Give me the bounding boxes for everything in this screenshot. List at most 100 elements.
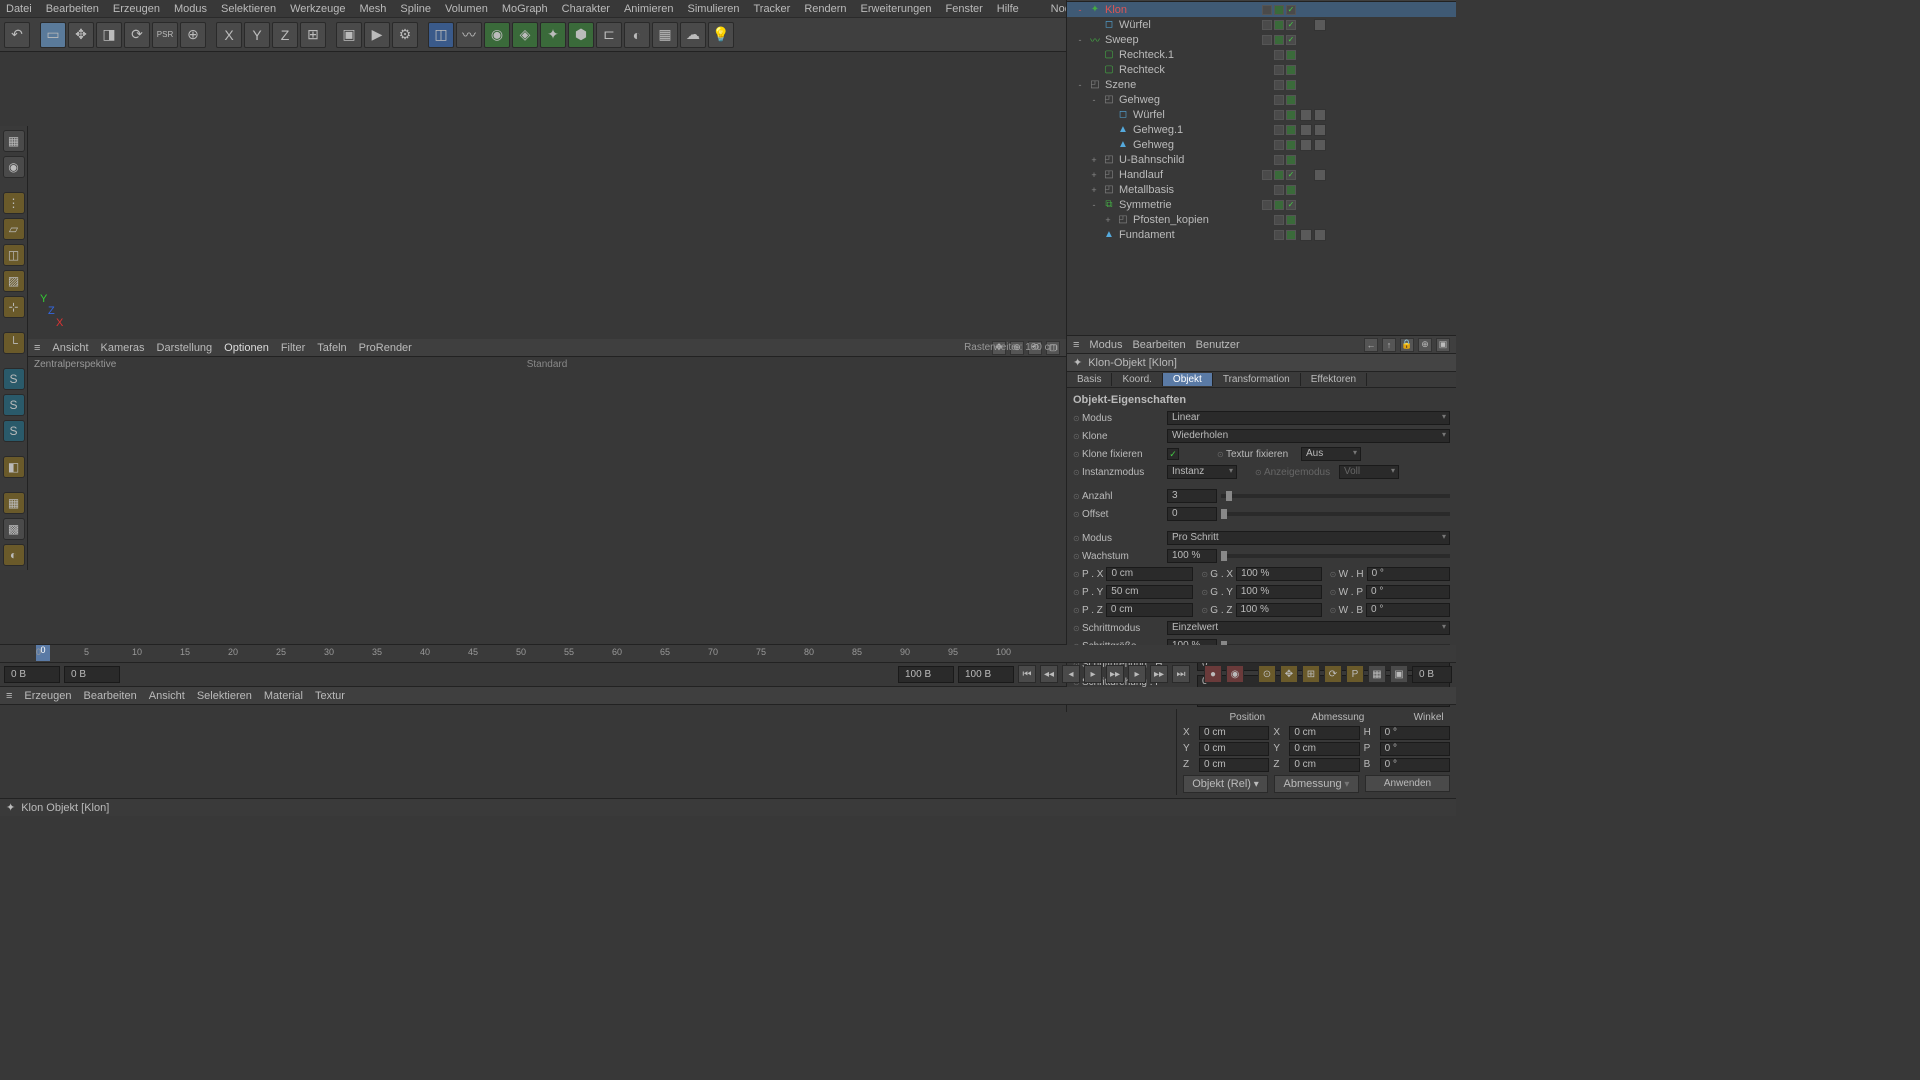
dim-field[interactable]: 0 cm [1289, 726, 1359, 740]
tree-row[interactable]: +◰U-Bahnschild [1067, 152, 1456, 167]
render-settings-button[interactable]: ⚙ [392, 22, 418, 48]
visibility-flag[interactable] [1286, 140, 1296, 150]
vp-menu-item[interactable]: Optionen [224, 342, 269, 354]
mat-menu-item[interactable]: Textur [315, 690, 345, 702]
move-tool[interactable]: ✥ [68, 22, 94, 48]
angle-field[interactable]: 0 ° [1380, 742, 1450, 756]
snap-3d-button[interactable]: S [3, 420, 25, 442]
expand-icon[interactable]: - [1075, 35, 1085, 45]
tree-row[interactable]: ▲Fundament [1067, 227, 1456, 242]
visibility-flag[interactable] [1286, 65, 1296, 75]
expand-icon[interactable]: - [1089, 200, 1099, 210]
vp-menu-item[interactable]: Darstellung [157, 342, 213, 354]
expand-icon[interactable]: + [1103, 215, 1113, 225]
visibility-flag[interactable] [1274, 140, 1284, 150]
expand-icon[interactable]: + [1089, 155, 1099, 165]
axis-z-button[interactable]: Z [272, 22, 298, 48]
snap-enable-button[interactable]: S [3, 368, 25, 390]
visibility-flag[interactable] [1262, 170, 1272, 180]
visibility-flag[interactable] [1274, 110, 1284, 120]
am-max-icon[interactable]: ▣ [1436, 338, 1450, 352]
tab-transformation[interactable]: Transformation [1213, 373, 1301, 386]
tree-row[interactable]: ▢Rechteck.1 [1067, 47, 1456, 62]
gy-field[interactable]: 100 % [1236, 585, 1322, 599]
visibility-flag[interactable] [1286, 50, 1296, 60]
key-param-button[interactable]: ⟳ [1324, 665, 1342, 683]
normal-button[interactable]: ◐ [3, 544, 25, 566]
undo-button[interactable]: ↶ [4, 22, 30, 48]
scale-tool[interactable]: ◨ [96, 22, 122, 48]
gz-field[interactable]: 100 % [1236, 603, 1322, 617]
visibility-flag[interactable] [1286, 230, 1296, 240]
soft-select-button[interactable]: ▦ [3, 492, 25, 514]
play-fwd-button[interactable]: ▸▸ [1106, 665, 1124, 683]
visibility-flag[interactable] [1286, 215, 1296, 225]
menu-item[interactable]: Modus [174, 3, 207, 15]
visibility-flag[interactable] [1286, 185, 1296, 195]
am-menu-item[interactable]: Bearbeiten [1132, 339, 1185, 351]
mat-menu-item[interactable]: Material [264, 690, 303, 702]
am-lock-icon[interactable]: 🔒 [1400, 338, 1414, 352]
visibility-flag[interactable] [1286, 110, 1296, 120]
menu-item[interactable]: Tracker [753, 3, 790, 15]
tag-icon[interactable] [1314, 124, 1326, 136]
visibility-flag[interactable] [1286, 95, 1296, 105]
wp-field[interactable]: 0 ° [1366, 585, 1450, 599]
pos-field[interactable]: 0 cm [1199, 742, 1269, 756]
autokey-button[interactable]: ◉ [1226, 665, 1244, 683]
am-up-icon[interactable]: ↑ [1382, 338, 1396, 352]
tree-row[interactable]: -✦Klon [1067, 2, 1456, 17]
mat-menu-item[interactable]: Ansicht [149, 690, 185, 702]
play-button[interactable]: ▸ [1084, 665, 1102, 683]
rotate-tool[interactable]: ⟳ [124, 22, 150, 48]
visibility-flag[interactable] [1286, 20, 1296, 30]
vp-menu-item[interactable]: ProRender [359, 342, 412, 354]
visibility-flag[interactable] [1286, 200, 1296, 210]
wb-field[interactable]: 0 ° [1366, 603, 1450, 617]
range-end-field[interactable]: 100 B [958, 666, 1014, 683]
wh-field[interactable]: 0 ° [1367, 567, 1450, 581]
mat-menu-item[interactable]: Erzeugen [24, 690, 71, 702]
axis-mode-button[interactable]: ⊹ [3, 296, 25, 318]
offset-field[interactable]: 0 [1167, 507, 1217, 521]
expand-icon[interactable]: + [1089, 170, 1099, 180]
tag-icon[interactable] [1300, 139, 1312, 151]
angle-field[interactable]: 0 ° [1380, 758, 1450, 772]
visibility-flag[interactable] [1262, 5, 1272, 15]
coord-apply-button[interactable]: Anwenden [1365, 775, 1450, 792]
deformer-button[interactable]: ◈ [512, 22, 538, 48]
expand-icon[interactable]: - [1075, 80, 1085, 90]
key-rot-button[interactable]: ⊞ [1302, 665, 1320, 683]
tab-effektoren[interactable]: Effektoren [1301, 373, 1367, 386]
vp-menu-item[interactable]: Filter [281, 342, 305, 354]
next-key-button[interactable]: ▸▸ [1150, 665, 1168, 683]
visibility-flag[interactable] [1286, 5, 1296, 15]
dim-field[interactable]: 0 cm [1289, 758, 1359, 772]
visibility-flag[interactable] [1274, 5, 1284, 15]
light-button[interactable]: ◐ [624, 22, 650, 48]
axis-x-button[interactable]: X [216, 22, 242, 48]
viewport-solo-button[interactable]: └ [3, 332, 25, 354]
menu-item[interactable]: Fenster [945, 3, 982, 15]
tab-koord[interactable]: Koord. [1112, 373, 1162, 386]
mat-menu-item[interactable]: Selektieren [197, 690, 252, 702]
texture-mode-button[interactable]: ◉ [3, 156, 25, 178]
visibility-flag[interactable] [1274, 215, 1284, 225]
schrittmodus-dropdown[interactable]: Einzelwert [1167, 621, 1450, 635]
visibility-flag[interactable] [1286, 155, 1296, 165]
mat-menu-item[interactable]: Bearbeiten [84, 690, 137, 702]
visibility-flag[interactable] [1274, 95, 1284, 105]
menu-item[interactable]: Erzeugen [113, 3, 160, 15]
wachstum-slider[interactable] [1221, 554, 1450, 558]
menu-item[interactable]: Rendern [804, 3, 846, 15]
tab-objekt[interactable]: Objekt [1163, 373, 1213, 386]
tag-icon[interactable] [1314, 229, 1326, 241]
visibility-flag[interactable] [1286, 80, 1296, 90]
instanz-dropdown[interactable]: Instanz [1167, 465, 1237, 479]
tag-icon[interactable] [1300, 124, 1312, 136]
anzahl-field[interactable]: 3 [1167, 489, 1217, 503]
null-button[interactable]: 💡 [708, 22, 734, 48]
klone-dropdown[interactable]: Wiederholen [1167, 429, 1450, 443]
angle-field[interactable]: 0 ° [1380, 726, 1450, 740]
floor-button[interactable]: ▦ [652, 22, 678, 48]
